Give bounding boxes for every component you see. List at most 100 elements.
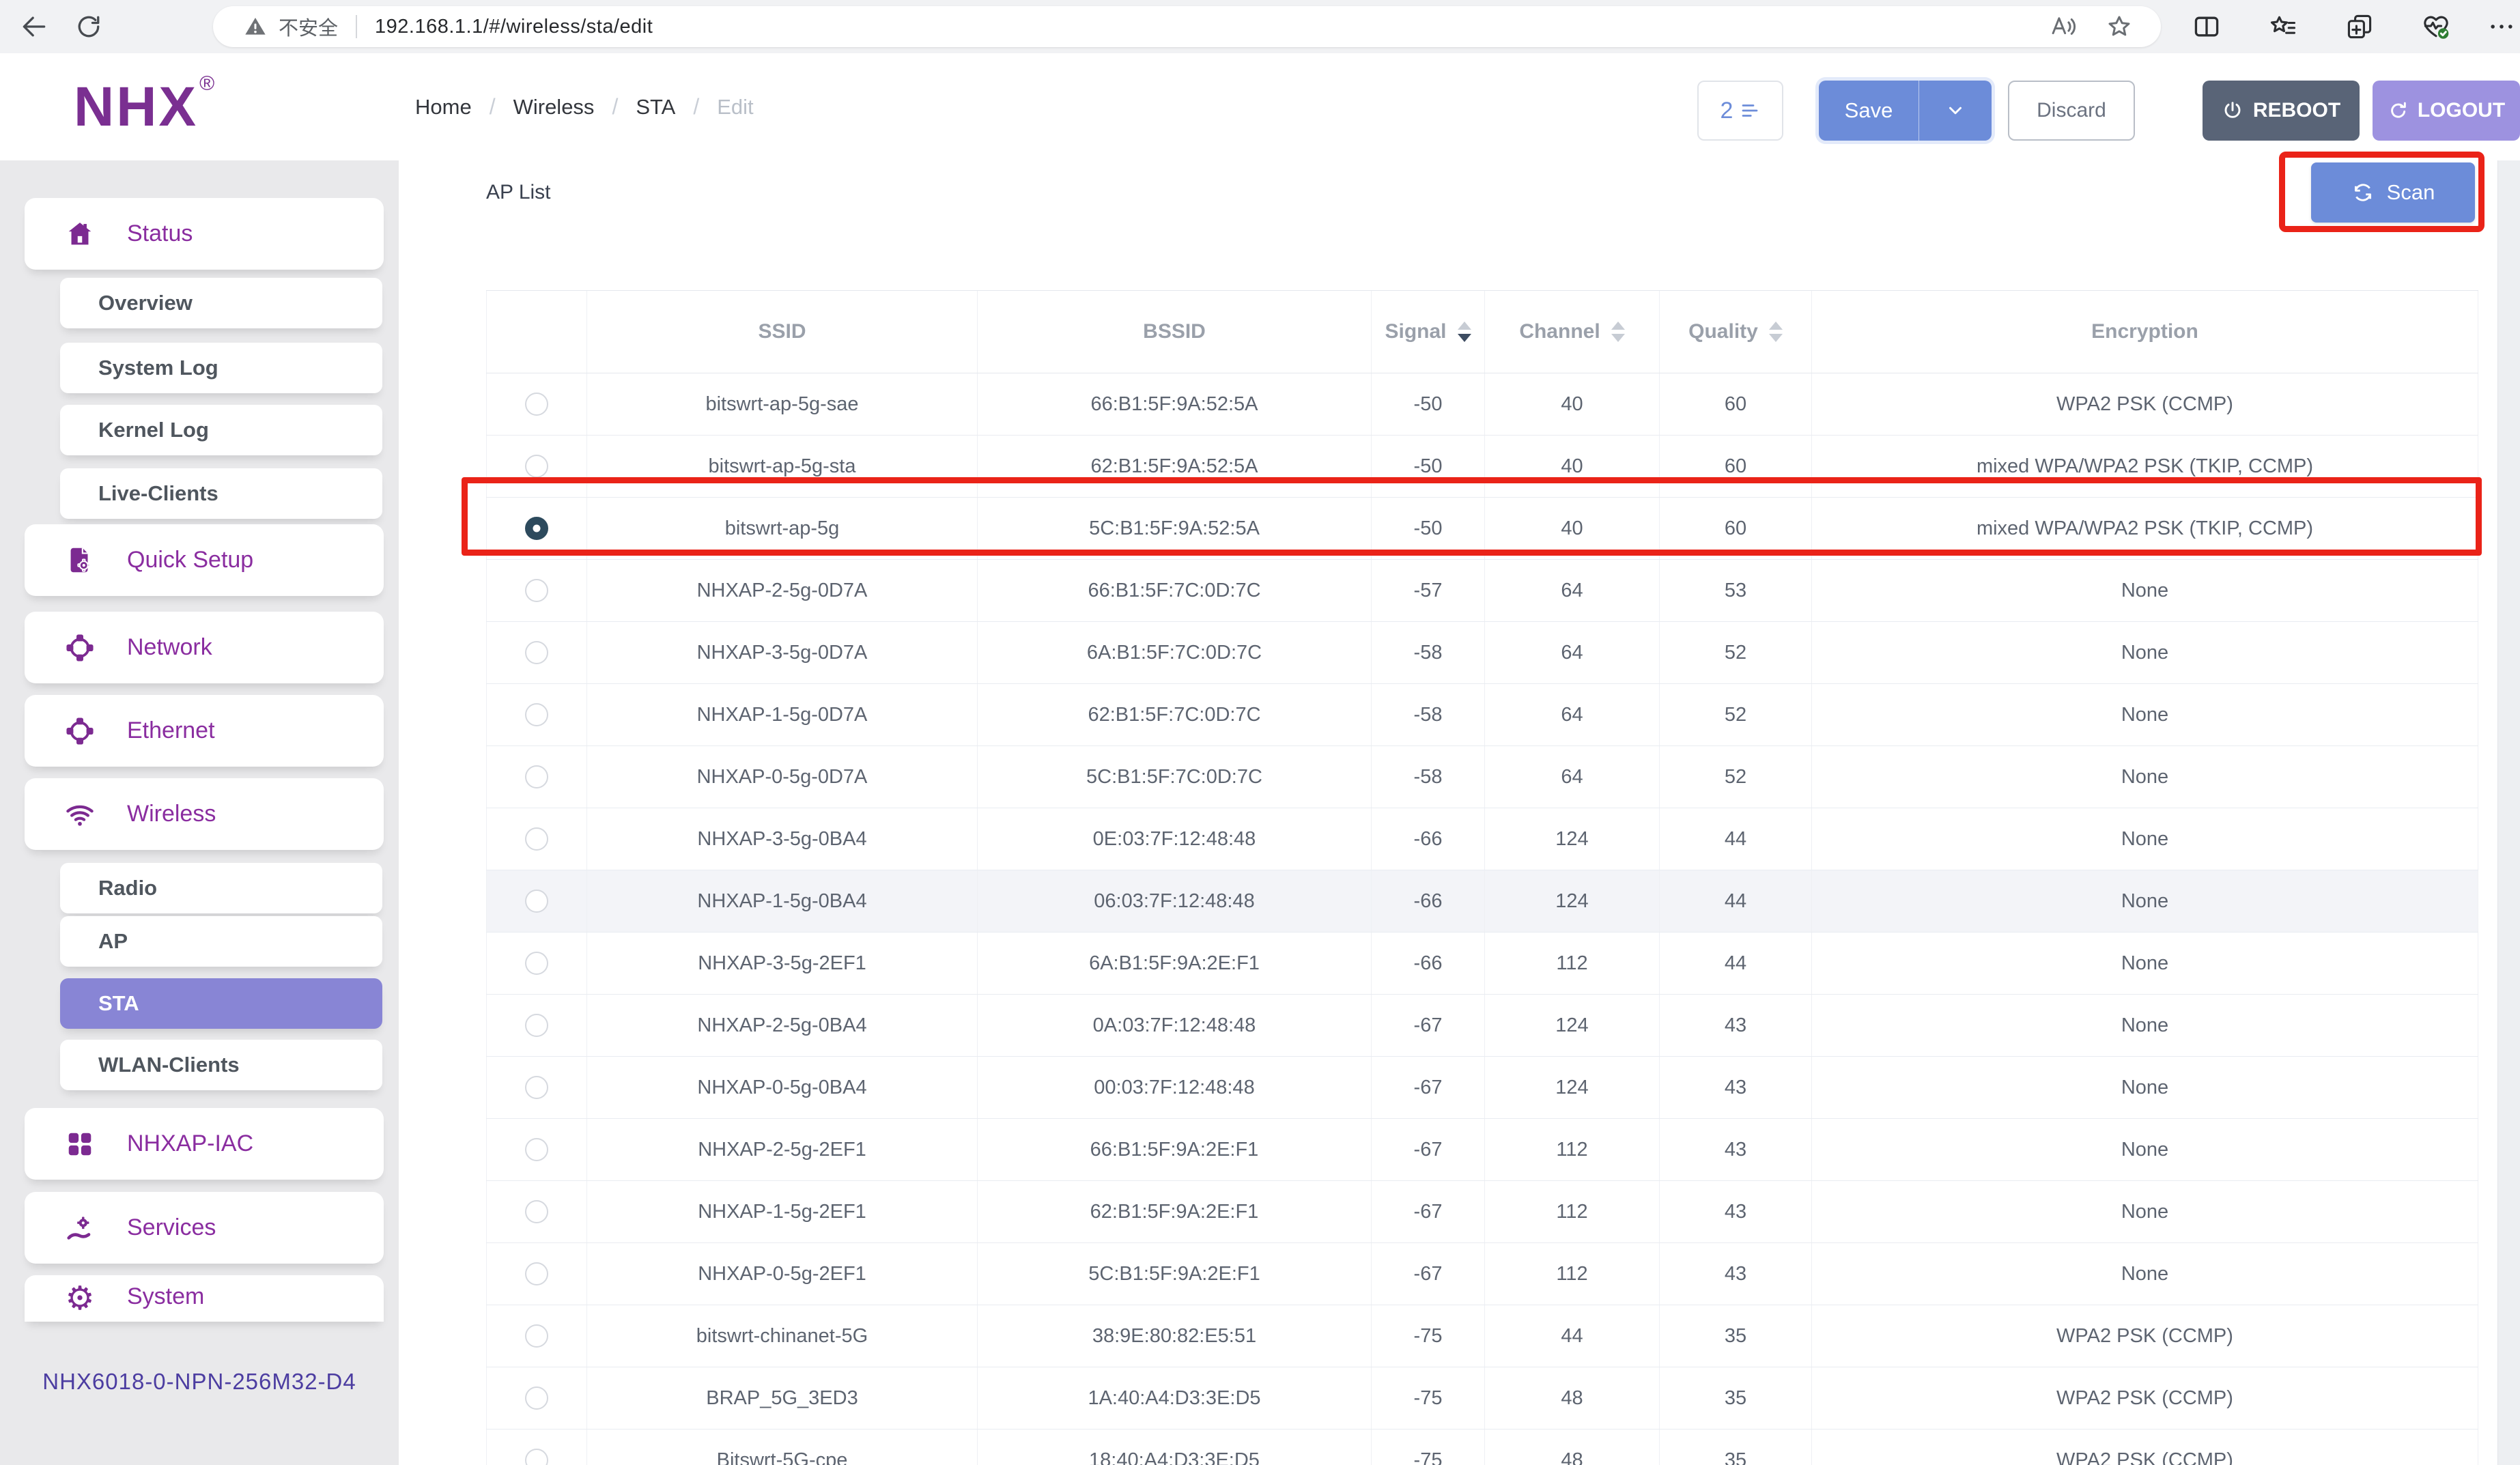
table-row[interactable]: NHXAP-1-5g-2EF1 62:B1:5F:9A:2E:F1 -67 11…: [486, 1181, 2478, 1243]
row-radio-button[interactable]: [525, 890, 548, 913]
sort-icons-signal[interactable]: [1458, 322, 1471, 342]
row-select-cell[interactable]: [486, 1181, 587, 1242]
row-select-cell[interactable]: [486, 1305, 587, 1367]
breadcrumb-home[interactable]: Home: [415, 95, 472, 119]
url-text[interactable]: 192.168.1.1/#/wireless/sta/edit: [375, 16, 653, 38]
pending-changes-button[interactable]: 2: [1697, 81, 1783, 141]
sidebar-item-status[interactable]: Status: [25, 198, 384, 270]
table-row[interactable]: NHXAP-1-5g-0BA4 06:03:7F:12:48:48 -66 12…: [486, 870, 2478, 933]
row-radio-button[interactable]: [525, 393, 548, 416]
sidebar-item-wireless[interactable]: Wireless: [25, 778, 384, 850]
breadcrumb-wireless[interactable]: Wireless: [513, 95, 595, 119]
favorites-list-icon[interactable]: [2268, 12, 2298, 42]
sidebar-item-quick-setup[interactable]: Quick Setup: [25, 524, 384, 596]
header-quality[interactable]: Quality: [1660, 291, 1812, 373]
browser-menu-icon[interactable]: [2487, 12, 2517, 42]
sidebar-item-overview[interactable]: Overview: [60, 278, 382, 328]
favorite-star-icon[interactable]: [2105, 12, 2134, 41]
row-radio-button[interactable]: [525, 1324, 548, 1348]
reboot-label: REBOOT: [2253, 99, 2340, 122]
sort-icons-channel[interactable]: [1611, 322, 1625, 342]
row-radio-button[interactable]: [525, 641, 548, 664]
row-select-cell[interactable]: [486, 1367, 587, 1429]
sidebar-item-nhxap-iac[interactable]: NHXAP-IAC: [25, 1108, 384, 1180]
table-row[interactable]: NHXAP-3-5g-0D7A 6A:B1:5F:7C:0D:7C -58 64…: [486, 622, 2478, 684]
collections-icon[interactable]: [2345, 12, 2375, 42]
read-aloud-icon[interactable]: [2049, 12, 2078, 41]
save-button[interactable]: Save: [1819, 81, 1919, 141]
cell-signal: -75: [1372, 1305, 1485, 1367]
cell-signal: -58: [1372, 622, 1485, 683]
sort-icons-quality[interactable]: [1769, 322, 1783, 342]
row-select-cell[interactable]: [486, 622, 587, 683]
page-scrollbar[interactable]: [2497, 160, 2520, 1465]
table-row[interactable]: bitswrt-ap-5g-sae 66:B1:5F:9A:52:5A -50 …: [486, 373, 2478, 436]
row-select-cell[interactable]: [486, 933, 587, 994]
row-radio-button[interactable]: [525, 703, 548, 726]
security-label[interactable]: 不安全: [279, 12, 338, 41]
table-row[interactable]: NHXAP-3-5g-0BA4 0E:03:7F:12:48:48 -66 12…: [486, 808, 2478, 870]
row-select-cell[interactable]: [486, 1119, 587, 1180]
row-radio-button[interactable]: [525, 1386, 548, 1410]
table-row[interactable]: NHXAP-3-5g-2EF1 6A:B1:5F:9A:2E:F1 -66 11…: [486, 933, 2478, 995]
row-select-cell[interactable]: [486, 1057, 587, 1118]
table-row[interactable]: NHXAP-1-5g-0D7A 62:B1:5F:7C:0D:7C -58 64…: [486, 684, 2478, 746]
sidebar-item-services[interactable]: Services: [25, 1192, 384, 1264]
row-select-cell[interactable]: [486, 684, 587, 745]
table-row[interactable]: bitswrt-chinanet-5G 38:9E:80:82:E5:51 -7…: [486, 1305, 2478, 1367]
row-select-cell[interactable]: [486, 1430, 587, 1465]
breadcrumb-sta[interactable]: STA: [636, 95, 675, 119]
row-select-cell[interactable]: [486, 560, 587, 621]
row-select-cell[interactable]: [486, 1243, 587, 1305]
row-radio-button[interactable]: [525, 1449, 548, 1465]
sidebar-item-label: Live-Clients: [98, 481, 218, 506]
row-radio-button[interactable]: [525, 455, 548, 478]
row-select-cell[interactable]: [486, 870, 587, 932]
row-select-cell[interactable]: [486, 995, 587, 1056]
header-signal[interactable]: Signal: [1372, 291, 1485, 373]
split-screen-icon[interactable]: [2192, 12, 2222, 42]
sidebar-item-ethernet[interactable]: Ethernet: [25, 695, 384, 767]
refresh-icon[interactable]: [74, 12, 104, 42]
sidebar-item-radio[interactable]: Radio: [60, 863, 382, 913]
sidebar-item-system[interactable]: ⚙ System: [25, 1275, 384, 1322]
sidebar-item-system-log[interactable]: System Log: [60, 343, 382, 393]
row-radio-button[interactable]: [525, 952, 548, 975]
table-row[interactable]: BRAP_5G_3ED3 1A:40:A4:D3:3E:D5 -75 48 35…: [486, 1367, 2478, 1430]
row-radio-button[interactable]: [525, 1138, 548, 1161]
back-icon[interactable]: [19, 12, 49, 42]
sidebar-item-sta[interactable]: STA: [60, 978, 382, 1029]
browser-essentials-icon[interactable]: [2421, 12, 2451, 42]
row-radio-button[interactable]: [525, 765, 548, 788]
sidebar-item-ap[interactable]: AP: [60, 916, 382, 967]
reboot-button[interactable]: REBOOT: [2203, 81, 2360, 141]
row-radio-button[interactable]: [525, 1262, 548, 1285]
header-channel[interactable]: Channel: [1485, 291, 1660, 373]
cell-channel: 124: [1485, 870, 1660, 932]
not-secure-warning-icon[interactable]: [242, 13, 269, 40]
sidebar-item-kernel-log[interactable]: Kernel Log: [60, 405, 382, 455]
table-row[interactable]: NHXAP-0-5g-0D7A 5C:B1:5F:7C:0D:7C -58 64…: [486, 746, 2478, 808]
cell-quality: 43: [1660, 995, 1812, 1056]
table-row[interactable]: NHXAP-2-5g-0D7A 66:B1:5F:7C:0D:7C -57 64…: [486, 560, 2478, 622]
sidebar-item-wlan-clients[interactable]: WLAN-Clients: [60, 1040, 382, 1090]
sidebar-item-live-clients[interactable]: Live-Clients: [60, 468, 382, 519]
row-radio-button[interactable]: [525, 579, 548, 602]
row-radio-button[interactable]: [525, 827, 548, 851]
discard-button[interactable]: Discard: [2008, 81, 2135, 141]
table-row[interactable]: NHXAP-2-5g-2EF1 66:B1:5F:9A:2E:F1 -67 11…: [486, 1119, 2478, 1181]
address-bar[interactable]: 不安全 192.168.1.1/#/wireless/sta/edit: [213, 6, 2161, 47]
row-radio-button[interactable]: [525, 1200, 548, 1223]
row-radio-button[interactable]: [525, 1014, 548, 1037]
row-radio-button[interactable]: [525, 1076, 548, 1099]
save-options-button[interactable]: [1919, 81, 1992, 141]
row-select-cell[interactable]: [486, 746, 587, 808]
logout-button[interactable]: LOGOUT: [2373, 81, 2520, 141]
table-row[interactable]: NHXAP-0-5g-0BA4 00:03:7F:12:48:48 -67 12…: [486, 1057, 2478, 1119]
sidebar-item-network[interactable]: Network: [25, 612, 384, 683]
table-row[interactable]: NHXAP-0-5g-2EF1 5C:B1:5F:9A:2E:F1 -67 11…: [486, 1243, 2478, 1305]
table-row[interactable]: Bitswrt-5G-cpe 18:40:A4:D3:3E:D5 -75 48 …: [486, 1430, 2478, 1465]
row-select-cell[interactable]: [486, 373, 587, 435]
row-select-cell[interactable]: [486, 808, 587, 870]
table-row[interactable]: NHXAP-2-5g-0BA4 0A:03:7F:12:48:48 -67 12…: [486, 995, 2478, 1057]
